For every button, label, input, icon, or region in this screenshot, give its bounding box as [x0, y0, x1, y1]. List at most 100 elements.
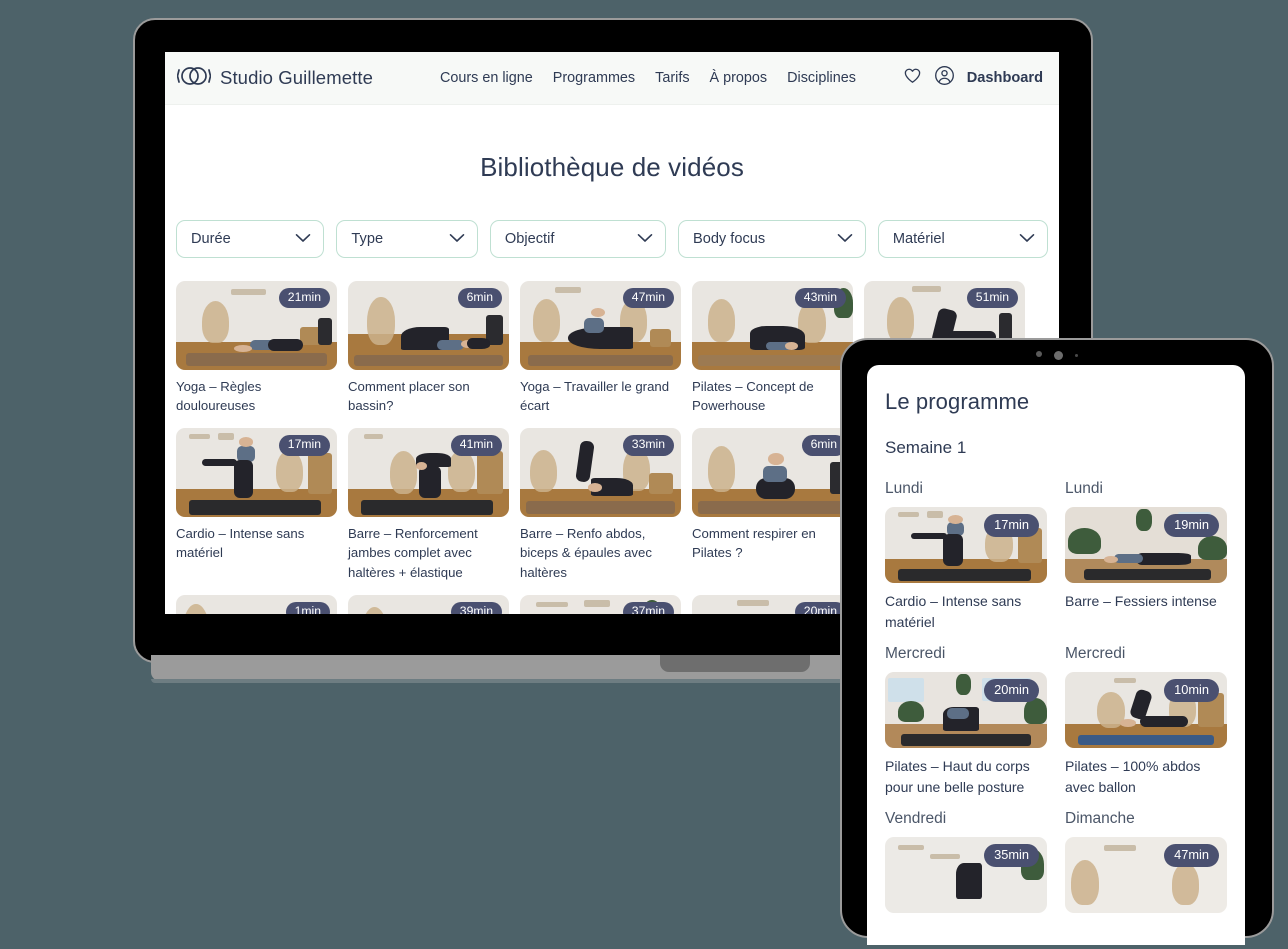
chevron-down-icon — [837, 230, 853, 248]
filter-body-focus[interactable]: Body focus — [677, 220, 866, 258]
tablet-led-dot — [1075, 354, 1078, 357]
filter-objectif[interactable]: Objectif — [489, 220, 666, 258]
program-video-title: Cardio – Intense sans matériel — [885, 593, 1022, 630]
nav-link-programmes[interactable]: Programmes — [553, 70, 635, 86]
video-card[interactable]: 43min Pilates – Concept de Powerhouse — [692, 281, 853, 415]
duration-badge: 51min — [966, 288, 1018, 309]
video-card[interactable]: 1min — [176, 594, 337, 614]
duration-badge: 47min — [1164, 844, 1219, 868]
video-thumbnail: 6min — [348, 281, 509, 370]
program-entry[interactable]: Dimanche 47min — [1065, 810, 1227, 921]
tablet-device: Le programme Semaine 1 Lundi 17min Cardi… — [840, 338, 1274, 945]
duration-badge: 6min — [457, 288, 502, 309]
program-entry[interactable]: Mercredi 10min Pilates – 100% abdos avec… — [1065, 645, 1227, 798]
video-thumbnail: 47min — [520, 281, 681, 370]
video-title: Barre – Renfo abdos, biceps & épaules av… — [520, 526, 652, 580]
filter-bar: Durée Type Objectif Body focus Matériel — [165, 220, 1059, 258]
video-thumbnail: 20min — [692, 594, 853, 614]
program-grid: Lundi 17min Cardio – Intense sans matéri… — [885, 480, 1227, 921]
chevron-down-icon — [1019, 230, 1035, 248]
program-thumbnail: 35min — [885, 837, 1047, 913]
video-thumbnail: 1min — [176, 594, 337, 614]
program-entry[interactable]: Mercredi 20min Pilates – Haut du corps p… — [885, 645, 1047, 798]
video-title: Comment respirer en Pilates ? — [692, 526, 816, 561]
video-thumbnail: 37min — [520, 594, 681, 614]
program-thumbnail: 47min — [1065, 837, 1227, 913]
program-entry[interactable]: Lundi 17min Cardio – Intense sans matéri… — [885, 480, 1047, 633]
chevron-down-icon — [637, 230, 653, 248]
heart-icon[interactable] — [903, 66, 922, 90]
program-thumbnail: 17min — [885, 507, 1047, 583]
duration-badge: 17min — [984, 514, 1039, 538]
laptop-base-notch — [660, 655, 810, 672]
duration-badge: 20min — [984, 679, 1039, 703]
duration-badge: 35min — [984, 844, 1039, 868]
program-thumbnail: 10min — [1065, 672, 1227, 748]
video-card[interactable]: 39min — [348, 594, 509, 614]
program-thumbnail: 19min — [1065, 507, 1227, 583]
site-header: Studio Guillemette Cours en ligne Progra… — [165, 52, 1059, 105]
program-week: Semaine 1 — [885, 438, 967, 457]
program-video-title: Barre – Fessiers intense — [1065, 593, 1217, 609]
duration-badge: 43min — [794, 288, 846, 309]
brand-name: Studio Guillemette — [220, 67, 373, 88]
day-label: Lundi — [1065, 480, 1103, 497]
day-label: Mercredi — [885, 645, 946, 662]
duration-badge: 20min — [794, 601, 846, 614]
video-card[interactable]: 33min Barre – Renfo abdos, biceps & épau… — [520, 428, 681, 581]
filter-body-focus-label: Body focus — [692, 231, 766, 247]
video-title: Yoga – Règles douloureuses — [176, 379, 262, 414]
two-interlocking-circles-logo — [176, 65, 212, 92]
video-card[interactable]: 41min Barre – Renforcement jambes comple… — [348, 428, 509, 581]
header-actions: Dashboard — [903, 65, 1043, 91]
duration-badge: 21min — [278, 288, 330, 309]
filter-objectif-label: Objectif — [504, 231, 555, 247]
filter-type-label: Type — [351, 231, 384, 247]
video-thumbnail: 6min — [692, 428, 853, 518]
day-label: Lundi — [885, 480, 923, 497]
main-nav: Cours en ligne Programmes Tarifs À propo… — [440, 70, 856, 86]
video-card[interactable]: 47min Yoga – Travailler le grand écart — [520, 281, 681, 415]
video-thumbnail: 41min — [348, 428, 509, 518]
video-card[interactable]: 20min — [692, 594, 853, 614]
filter-materiel-label: Matériel — [892, 231, 945, 247]
nav-link-a-propos[interactable]: À propos — [710, 70, 768, 86]
video-thumbnail: 43min — [692, 281, 853, 370]
filter-type[interactable]: Type — [336, 220, 478, 258]
tablet-sensor-dot — [1036, 351, 1042, 357]
user-circle-icon[interactable] — [934, 65, 955, 91]
filter-duree[interactable]: Durée — [176, 220, 325, 258]
duration-badge: 17min — [278, 435, 330, 456]
video-card[interactable]: 6min Comment respirer en Pilates ? — [692, 428, 853, 581]
video-thumbnail: 17min — [176, 428, 337, 518]
video-card[interactable]: 17min Cardio – Intense sans matériel — [176, 428, 337, 581]
program-entry[interactable]: Lundi 19min Barre – Fessiers intense — [1065, 480, 1227, 633]
filter-materiel[interactable]: Matériel — [877, 220, 1048, 258]
nav-link-cours-en-ligne[interactable]: Cours en ligne — [440, 70, 533, 86]
tablet-camera-dot — [1054, 351, 1063, 360]
video-card[interactable]: 21min Yoga – Règles douloureuses — [176, 281, 337, 415]
program-video-title: Pilates – Haut du corps pour une belle p… — [885, 758, 1030, 795]
duration-badge: 37min — [622, 601, 674, 614]
video-card[interactable]: 37min — [520, 594, 681, 614]
video-title: Barre – Renforcement jambes complet avec… — [348, 526, 478, 580]
nav-link-disciplines[interactable]: Disciplines — [787, 70, 856, 86]
day-label: Dimanche — [1065, 810, 1135, 827]
video-title: Pilates – Concept de Powerhouse — [692, 379, 814, 414]
duration-badge: 33min — [622, 435, 674, 456]
duration-badge: 47min — [622, 288, 674, 309]
video-thumbnail: 21min — [176, 281, 337, 370]
program-entry[interactable]: Vendredi 35min — [885, 810, 1047, 921]
dashboard-link[interactable]: Dashboard — [967, 70, 1043, 86]
duration-badge: 41min — [450, 435, 502, 456]
tablet-camera-dots — [840, 351, 1274, 360]
duration-badge: 39min — [450, 601, 502, 614]
brand[interactable]: Studio Guillemette — [176, 65, 373, 92]
video-title: Cardio – Intense sans matériel — [176, 526, 305, 561]
filter-duree-label: Durée — [191, 231, 231, 247]
day-label: Vendredi — [885, 810, 947, 827]
nav-link-tarifs[interactable]: Tarifs — [655, 70, 689, 86]
video-card[interactable]: 6min Comment placer son bassin? — [348, 281, 509, 415]
duration-badge: 19min — [1164, 514, 1219, 538]
program-title: Le programme — [885, 389, 1030, 414]
